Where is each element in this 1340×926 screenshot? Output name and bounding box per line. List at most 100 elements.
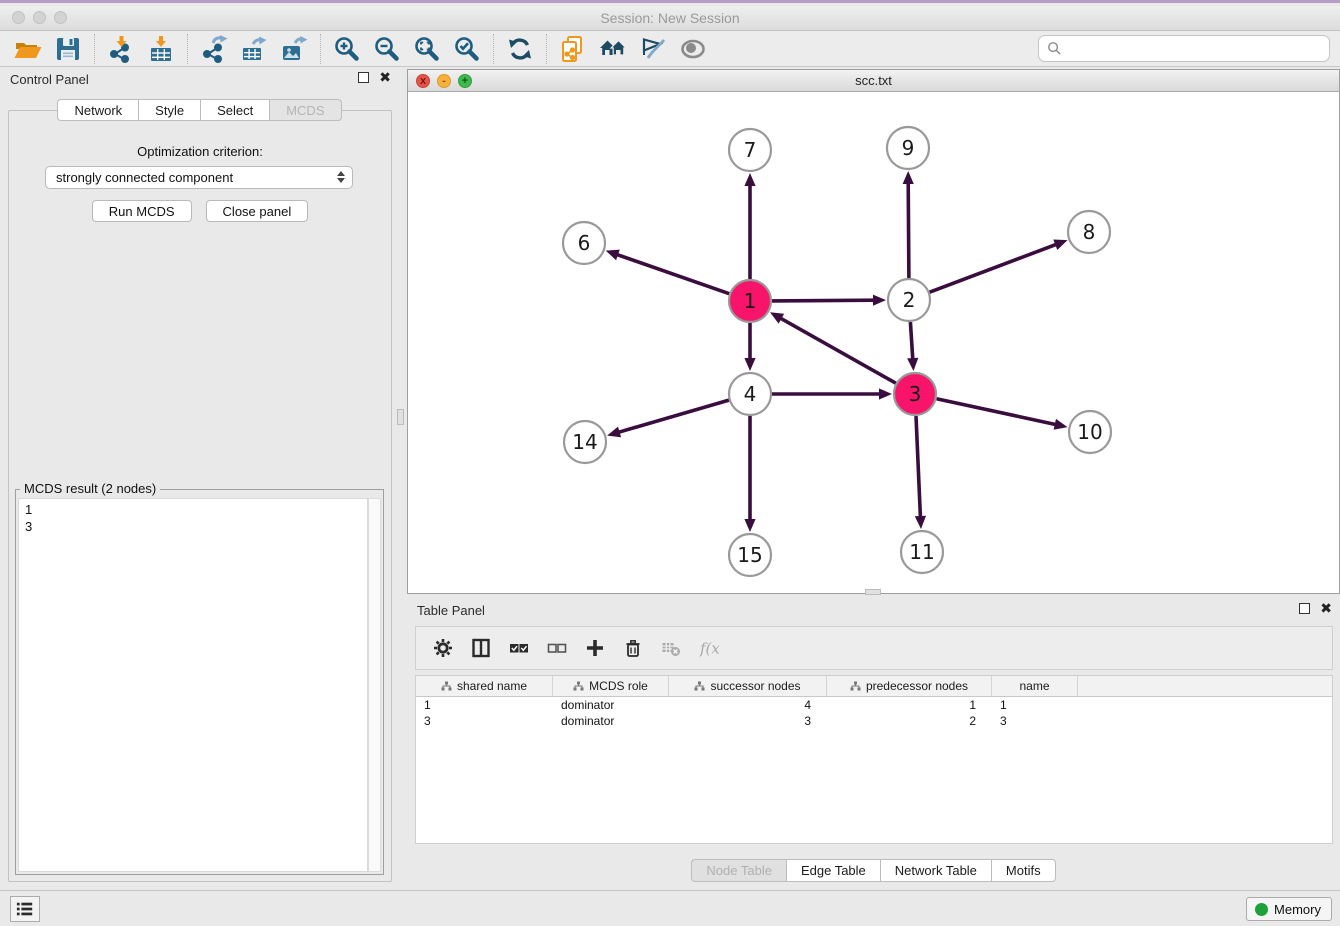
table-cell[interactable]: dominator <box>553 713 669 729</box>
tab-network[interactable]: Network <box>57 99 138 121</box>
add-row-button[interactable] <box>578 631 611 665</box>
column-type-icon <box>850 681 861 691</box>
graph-node-label: 2 <box>903 288 916 312</box>
export-network-button[interactable] <box>194 33 234 65</box>
deselect-all-button[interactable] <box>540 631 573 665</box>
mcds-result-list[interactable]: 13 <box>18 498 368 872</box>
table-cell[interactable]: 1 <box>992 697 1078 713</box>
graph-node-9[interactable]: 9 <box>887 127 929 169</box>
duplicate-network-icon <box>559 35 587 63</box>
network-graph[interactable]: 7 9 6 8 1 2 4 3 14 10 15 11 <box>408 92 1339 593</box>
import-network-button[interactable] <box>101 33 141 65</box>
graph-edge-1-4[interactable] <box>744 323 755 371</box>
save-session-button[interactable] <box>48 33 88 65</box>
graph-node-15[interactable]: 15 <box>729 534 771 576</box>
graph-edge-2-9[interactable] <box>903 171 914 278</box>
graph-node-4[interactable]: 4 <box>729 373 771 415</box>
graph-node-6[interactable]: 6 <box>563 222 605 264</box>
graph-edge-1-7[interactable] <box>744 173 755 279</box>
network-overview-button[interactable] <box>593 33 633 65</box>
column-header-successor-nodes[interactable]: successor nodes <box>669 676 827 696</box>
table-row[interactable]: 3dominator323 <box>416 713 1332 729</box>
task-history-button[interactable] <box>10 896 40 922</box>
search-input[interactable] <box>1062 41 1321 56</box>
tab-motifs[interactable]: Motifs <box>991 859 1056 882</box>
table-cell[interactable]: 1 <box>416 697 553 713</box>
table-row[interactable]: 1dominator411 <box>416 697 1332 713</box>
network-canvas[interactable]: 7 9 6 8 1 2 4 3 14 10 15 11 <box>408 92 1339 593</box>
graph-node-10[interactable]: 10 <box>1069 411 1111 453</box>
zoom-fit-button[interactable] <box>407 33 447 65</box>
column-header-mcds-role[interactable]: MCDS role <box>553 676 669 696</box>
tab-select[interactable]: Select <box>200 99 269 121</box>
tab-style[interactable]: Style <box>138 99 200 121</box>
zoom-selected-button[interactable] <box>447 33 487 65</box>
horizontal-splitter-grip[interactable] <box>865 589 881 595</box>
table-cell[interactable]: 4 <box>669 697 827 713</box>
run-mcds-button[interactable]: Run MCDS <box>92 200 192 222</box>
graph-node-7[interactable]: 7 <box>729 129 771 171</box>
result-scrollbar[interactable] <box>368 498 381 872</box>
trash-button[interactable] <box>616 631 649 665</box>
table-cell[interactable]: 3 <box>669 713 827 729</box>
mcds-result-value: 1 <box>25 501 367 518</box>
select-all-button[interactable] <box>502 631 535 665</box>
zoom-out-button[interactable] <box>367 33 407 65</box>
export-table-button[interactable] <box>234 33 274 65</box>
criterion-dropdown[interactable]: strongly connected component <box>45 166 353 189</box>
tab-network-table[interactable]: Network Table <box>880 859 991 882</box>
column-header-shared-name[interactable]: shared name <box>416 676 553 696</box>
graph-edge-2-3[interactable] <box>907 322 918 371</box>
graph-edge-3-1[interactable] <box>770 312 896 383</box>
close-panel-icon[interactable]: ✖ <box>379 72 391 83</box>
float-table-panel-icon[interactable] <box>1299 603 1310 614</box>
graph-edge-4-3[interactable] <box>772 388 892 399</box>
birdseye-view-button[interactable] <box>673 33 713 65</box>
float-panel-icon[interactable] <box>358 72 369 83</box>
duplicate-network-button[interactable] <box>553 33 593 65</box>
gear-button[interactable] <box>426 631 459 665</box>
search-box[interactable] <box>1038 35 1330 62</box>
columns-button[interactable] <box>464 631 497 665</box>
column-header-label: MCDS role <box>589 679 648 693</box>
table-cell[interactable]: 3 <box>992 713 1078 729</box>
graph-node-14[interactable]: 14 <box>564 421 606 463</box>
export-image-button[interactable] <box>274 33 314 65</box>
graph-edge-1-6[interactable] <box>606 250 730 294</box>
graph-edge-1-2[interactable] <box>772 295 886 306</box>
graph-edge-2-8[interactable] <box>930 240 1068 293</box>
import-table-button[interactable] <box>141 33 181 65</box>
gear-icon <box>433 638 453 658</box>
mcds-result-label: MCDS result (2 nodes) <box>20 481 160 496</box>
column-header-predecessor-nodes[interactable]: predecessor nodes <box>827 676 992 696</box>
tab-node-table[interactable]: Node Table <box>691 859 786 882</box>
table-cell[interactable]: 1 <box>827 697 992 713</box>
table-cell[interactable]: dominator <box>553 697 669 713</box>
graph-node-8[interactable]: 8 <box>1068 211 1110 253</box>
vertical-splitter-grip[interactable] <box>397 409 404 425</box>
hide-labels-button[interactable] <box>633 33 673 65</box>
graph-node-3[interactable]: 3 <box>894 373 936 415</box>
graph-edge-3-11[interactable] <box>915 416 926 529</box>
tab-mcds[interactable]: MCDS <box>269 99 341 121</box>
optimization-criterion-label: Optimization criterion: <box>9 144 391 159</box>
graph-edge-4-14[interactable] <box>607 400 729 437</box>
graph-edge-3-10[interactable] <box>937 399 1068 430</box>
zoom-in-button[interactable] <box>327 33 367 65</box>
close-table-panel-icon[interactable]: ✖ <box>1320 603 1332 614</box>
table-cell[interactable]: 2 <box>827 713 992 729</box>
column-type-icon <box>694 681 705 691</box>
zoom-out-icon <box>373 35 401 63</box>
table-cell[interactable]: 3 <box>416 713 553 729</box>
open-file-button[interactable] <box>8 33 48 65</box>
right-area: x-+ scc.txt 7968124314101511 Table Panel… <box>403 67 1340 890</box>
tab-edge-table[interactable]: Edge Table <box>786 859 880 882</box>
graph-node-11[interactable]: 11 <box>901 531 943 573</box>
graph-node-1[interactable]: 1 <box>729 280 771 322</box>
memory-button[interactable]: Memory <box>1246 897 1332 921</box>
refresh-button[interactable] <box>500 33 540 65</box>
column-header-name[interactable]: name <box>992 676 1078 696</box>
graph-node-2[interactable]: 2 <box>888 279 930 321</box>
graph-edge-4-15[interactable] <box>744 416 755 532</box>
close-panel-button[interactable]: Close panel <box>206 200 309 222</box>
